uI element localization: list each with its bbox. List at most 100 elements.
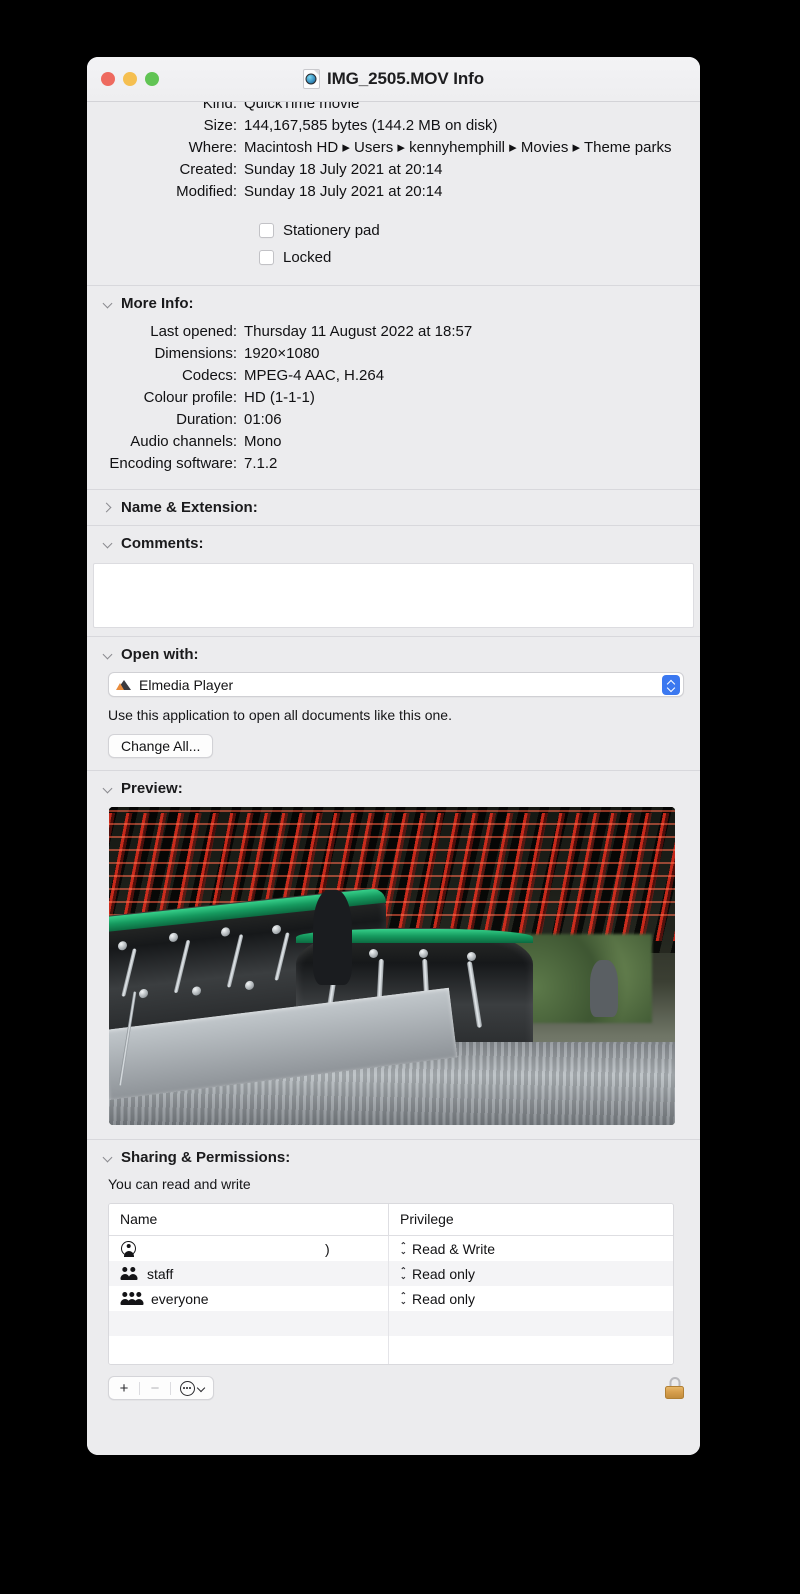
info-row-codecs: Codecs: MPEG-4 AAC, H.264 (87, 365, 700, 387)
chevron-down-icon (103, 784, 113, 794)
chevron-down-icon (103, 299, 113, 309)
permission-name: staff (147, 1265, 174, 1282)
get-info-window: IMG_2505.MOV Info Kind: QuickTime movie … (87, 57, 700, 1455)
permission-name: ) (325, 1240, 330, 1257)
change-all-button[interactable]: Change All... (108, 734, 214, 758)
sharing-body: You can read and write Name Privilege) … (87, 1176, 700, 1403)
stationery-pad-row[interactable]: Stationery pad (259, 217, 700, 244)
preview-rider (590, 959, 619, 1017)
permission-privilege[interactable]: Read only (412, 1291, 475, 1307)
preview-header: Preview: (121, 780, 183, 797)
privilege-stepper-icon[interactable]: ⌃ ⌄ (400, 1266, 408, 1280)
user-icon (120, 1241, 137, 1257)
stationery-pad-label: Stationery pad (283, 222, 380, 239)
table-row-empty[interactable] (109, 1336, 673, 1364)
info-row-where: Where: Macintosh HD ▸ Users ▸ kennyhemph… (87, 137, 700, 159)
info-value-duration: 01:06 (244, 411, 282, 428)
permissions-segmented-control: + − (108, 1376, 214, 1400)
chevron-right-icon (103, 503, 113, 513)
permissions-table-header: Name Privilege (109, 1204, 673, 1236)
chevron-down-icon (198, 1385, 205, 1392)
info-value-last-opened: Thursday 11 August 2022 at 18:57 (244, 323, 473, 340)
window-title: IMG_2505.MOV Info (326, 69, 484, 88)
info-label-dimensions: Dimensions: (154, 345, 237, 362)
name-extension-disclosure[interactable]: Name & Extension: (87, 490, 700, 525)
locked-checkbox[interactable] (259, 250, 274, 265)
info-label-encoding-software: Encoding software: (109, 455, 237, 472)
info-value-size: 144,167,585 bytes (144.2 MB on disk) (244, 117, 498, 134)
info-value-encoding-software: 7.1.2 (244, 455, 278, 472)
info-row-modified: Modified: Sunday 18 July 2021 at 20:14 (87, 181, 700, 203)
info-row-kind: Kind: QuickTime movie (87, 102, 700, 115)
remove-permission-button[interactable]: − (140, 1377, 170, 1399)
privilege-stepper-icon[interactable]: ⌃ ⌄ (400, 1291, 408, 1305)
info-label-modified: Modified: (176, 183, 237, 200)
info-row-audio-channels: Audio channels: Mono (87, 431, 700, 453)
permission-privilege[interactable]: Read only (412, 1266, 475, 1282)
open-with-section: Open with: Elmedia Player Use this appli… (87, 637, 700, 771)
info-value-where: Macintosh HD ▸ Users ▸ kennyhemphill ▸ M… (244, 139, 672, 156)
info-value-codecs: MPEG-4 AAC, H.264 (244, 367, 385, 384)
info-value-dimensions: 1920×1080 (244, 345, 320, 362)
open-with-header: Open with: (121, 646, 199, 663)
close-button[interactable] (101, 72, 115, 86)
info-label-where: Where: (188, 139, 237, 156)
table-row[interactable]: ) ⌃ ⌄ Read & Write (109, 1236, 673, 1261)
screen: IMG_2505.MOV Info Kind: QuickTime movie … (0, 0, 800, 1594)
name-extension-header: Name & Extension: (121, 499, 258, 516)
info-label-audio-channels: Audio channels: (130, 433, 237, 450)
info-row-created: Created: Sunday 18 July 2021 at 20:14 (87, 159, 700, 181)
window-title-group: IMG_2505.MOV Info (302, 69, 484, 89)
locked-padlock-icon[interactable] (665, 1377, 684, 1399)
table-row[interactable]: everyone ⌃ ⌄ Read only (109, 1286, 673, 1311)
column-header-privilege: Privilege (400, 1211, 454, 1227)
comments-disclosure[interactable]: Comments: (87, 526, 700, 561)
locked-row[interactable]: Locked (259, 244, 700, 271)
open-with-note: Use this application to open all documen… (108, 707, 452, 723)
quicktime-movie-file-icon (302, 69, 320, 89)
info-value-audio-channels: Mono (244, 433, 282, 450)
info-label-last-opened: Last opened: (150, 323, 237, 340)
table-row[interactable]: staff ⌃ ⌄ Read only (109, 1261, 673, 1286)
preview-disclosure[interactable]: Preview: (87, 771, 700, 806)
more-info-disclosure[interactable]: More Info: (87, 286, 700, 321)
comments-header: Comments: (121, 535, 204, 552)
info-value-colour-profile: HD (1-1-1) (244, 389, 315, 406)
open-with-select[interactable]: Elmedia Player (108, 672, 684, 697)
action-menu-button[interactable] (171, 1377, 213, 1399)
name-extension-section: Name & Extension: (87, 490, 700, 526)
sharing-header: Sharing & Permissions: (121, 1149, 291, 1166)
info-row-colour-profile: Colour profile: HD (1-1-1) (87, 387, 700, 409)
open-with-body: Elmedia Player Use this application to o… (87, 672, 700, 770)
sharing-disclosure[interactable]: Sharing & Permissions: (87, 1140, 700, 1175)
action-menu-icon (179, 1380, 195, 1396)
permission-privilege[interactable]: Read & Write (412, 1241, 495, 1257)
info-value-modified: Sunday 18 July 2021 at 20:14 (244, 183, 443, 200)
open-with-selected-app: Elmedia Player (139, 676, 234, 693)
info-row-encoding-software: Encoding software: 7.1.2 (87, 453, 700, 475)
chevron-updown-icon[interactable] (662, 674, 680, 695)
permissions-table: Name Privilege ) ⌃ ⌄ Read & Write staff … (108, 1203, 674, 1365)
preview-ride-operator (312, 889, 353, 986)
stationery-pad-checkbox[interactable] (259, 223, 274, 238)
preview-section: Preview: (87, 771, 700, 1140)
table-row-empty[interactable] (109, 1311, 673, 1336)
permissions-toolbar: + − (108, 1373, 684, 1403)
locked-label: Locked (283, 249, 332, 266)
minimize-button[interactable] (123, 72, 137, 86)
sharing-note: You can read and write (108, 1176, 251, 1192)
zoom-button[interactable] (145, 72, 159, 86)
comments-input[interactable] (93, 563, 694, 628)
info-label-size: Size: (203, 117, 237, 134)
traffic-light-group (101, 72, 159, 86)
everyone-icon (120, 1291, 144, 1306)
privilege-stepper-icon[interactable]: ⌃ ⌄ (400, 1241, 408, 1255)
column-header-name: Name (109, 1204, 389, 1235)
open-with-disclosure[interactable]: Open with: (87, 637, 700, 672)
info-scroll-body[interactable]: Kind: QuickTime movie Size: 144,167,585 … (87, 102, 700, 1455)
info-label-kind: Kind: (202, 102, 237, 112)
info-label-duration: Duration: (176, 411, 237, 428)
preview-thumbnail[interactable] (109, 807, 675, 1125)
add-permission-button[interactable]: + (109, 1377, 139, 1399)
info-row-size: Size: 144,167,585 bytes (144.2 MB on dis… (87, 115, 700, 137)
